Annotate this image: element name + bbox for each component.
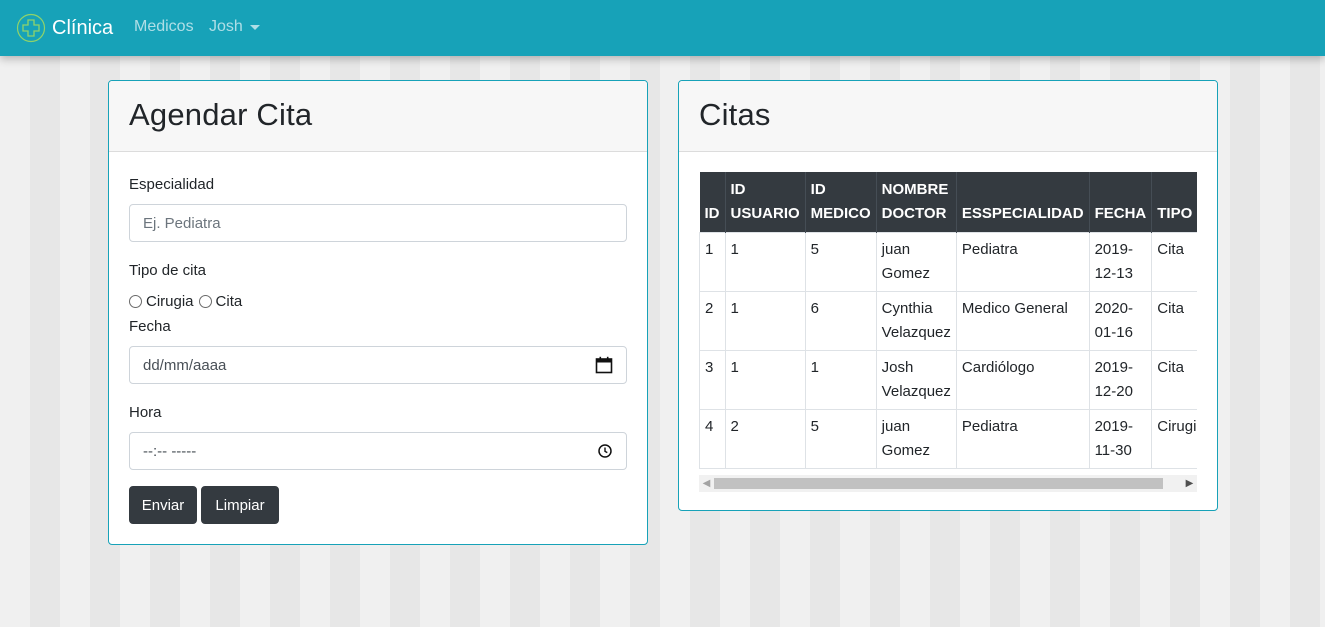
cell-nombre-doctor: Cynthia Velazquez [876,291,957,351]
scroll-right-icon[interactable]: ▶ [1182,475,1197,492]
fecha-label: Fecha [129,318,171,335]
table-row: 3 1 1 Josh Velazquez Cardiólogo 2019-12-… [699,350,1197,410]
table-row: 1 1 5 juan Gomez Pediatra 2019-12-13 Cit… [699,232,1197,292]
cell-tipo: Cita [1151,291,1197,351]
column-header-fecha: FECHA [1089,172,1153,233]
cell-nombre-doctor: juan Gomez [876,409,957,469]
cell-nombre-doctor: juan Gomez [876,232,957,292]
cell-fecha: 2019-12-20 [1089,350,1153,410]
appointments-table: ID ID USUARIO ID MEDICO NOMBRE DOCTOR ES… [699,172,1197,469]
horizontal-scrollbar[interactable]: ◀ ▶ [699,475,1197,492]
cell-id-medico: 1 [805,350,877,410]
radio-cita[interactable] [198,295,212,308]
card-header: Agendar Cita [109,81,647,152]
user-menu-dropdown[interactable]: Josh [209,18,260,36]
cell-id-medico: 5 [805,232,877,292]
radio-cirugia-label[interactable]: Cirugia [146,293,194,310]
cell-fecha: 2019-12-13 [1089,232,1153,292]
column-header-id: ID [699,172,726,233]
radio-cirugia[interactable] [129,295,142,308]
caret-down-icon [249,24,260,30]
especialidad-input[interactable]: Ej. Pediatra [129,204,627,242]
column-header-id-medico: ID MEDICO [805,172,877,233]
fecha-input[interactable]: dd/mm/aaaa [129,346,627,384]
hora-input[interactable]: --:-- ----- [129,432,627,470]
cell-id-medico: 6 [805,291,877,351]
brand-name: Clínica [52,16,114,39]
cell-id-medico: 5 [805,409,877,469]
clear-button[interactable]: Limpiar [201,486,279,524]
card-header: Citas [679,81,1217,152]
medical-cross-logo-icon [16,13,46,43]
tipo-cita-radio-group: Cirugia Cita [129,293,247,310]
cell-id: 2 [699,291,726,351]
cell-tipo: Cita [1151,232,1197,292]
cell-fecha: 2020-01-16 [1089,291,1153,351]
submit-button[interactable]: Enviar [129,486,197,524]
cell-nombre-doctor: Josh Velazquez [876,350,957,410]
tipo-cita-label: Tipo de cita [129,262,206,279]
cell-especialidad: Medico General [956,291,1090,351]
nav-link-medicos[interactable]: Medicos [134,18,194,36]
column-header-especialidad: ESSPECIALIDAD [956,172,1090,233]
cell-id-usuario: 2 [725,409,806,469]
scroll-left-icon[interactable]: ◀ [699,475,714,492]
cell-fecha: 2019-11-30 [1089,409,1153,469]
user-name: Josh [209,18,243,35]
column-header-nombre-doctor: NOMBRE DOCTOR [876,172,957,233]
brand[interactable]: Clínica [16,12,113,44]
cell-tipo: Cita [1151,350,1197,410]
table-scroll-container[interactable]: ID ID USUARIO ID MEDICO NOMBRE DOCTOR ES… [699,172,1197,492]
hora-placeholder: --:-- ----- [143,442,197,460]
cell-tipo: Cirugia [1151,409,1197,469]
appointment-form-card: Agendar Cita Especialidad Ej. Pediatra T… [108,80,648,545]
cell-id: 3 [699,350,726,410]
column-header-tipo: TIPO [1151,172,1197,233]
cell-id: 1 [699,232,726,292]
cell-especialidad: Pediatra [956,232,1090,292]
cell-id: 4 [699,409,726,469]
especialidad-label: Especialidad [129,176,215,193]
cell-id-usuario: 1 [725,291,806,351]
cell-id-usuario: 1 [725,232,806,292]
hora-label: Hora [129,404,162,421]
form-title: Agendar Cita [129,97,313,132]
cell-id-usuario: 1 [725,350,806,410]
clock-icon[interactable] [597,443,613,459]
table-row: 4 2 5 juan Gomez Pediatra 2019-11-30 Cir… [699,409,1197,469]
table-header-row: ID ID USUARIO ID MEDICO NOMBRE DOCTOR ES… [699,172,1197,233]
appointments-title: Citas [699,97,771,132]
cell-especialidad: Pediatra [956,409,1090,469]
navbar: Clínica Medicos Josh [0,0,1325,56]
cell-especialidad: Cardiólogo [956,350,1090,410]
scrollbar-thumb[interactable] [714,478,1163,489]
appointments-card: Citas ID ID USUARIO ID MEDICO NOMBRE DOC… [678,80,1218,511]
calendar-icon[interactable] [595,356,613,374]
fecha-placeholder: dd/mm/aaaa [143,356,227,374]
table-row: 2 1 6 Cynthia Velazquez Medico General 2… [699,291,1197,351]
column-header-id-usuario: ID USUARIO [725,172,806,233]
especialidad-placeholder: Ej. Pediatra [143,214,221,232]
radio-cita-label[interactable]: Cita [216,293,243,310]
